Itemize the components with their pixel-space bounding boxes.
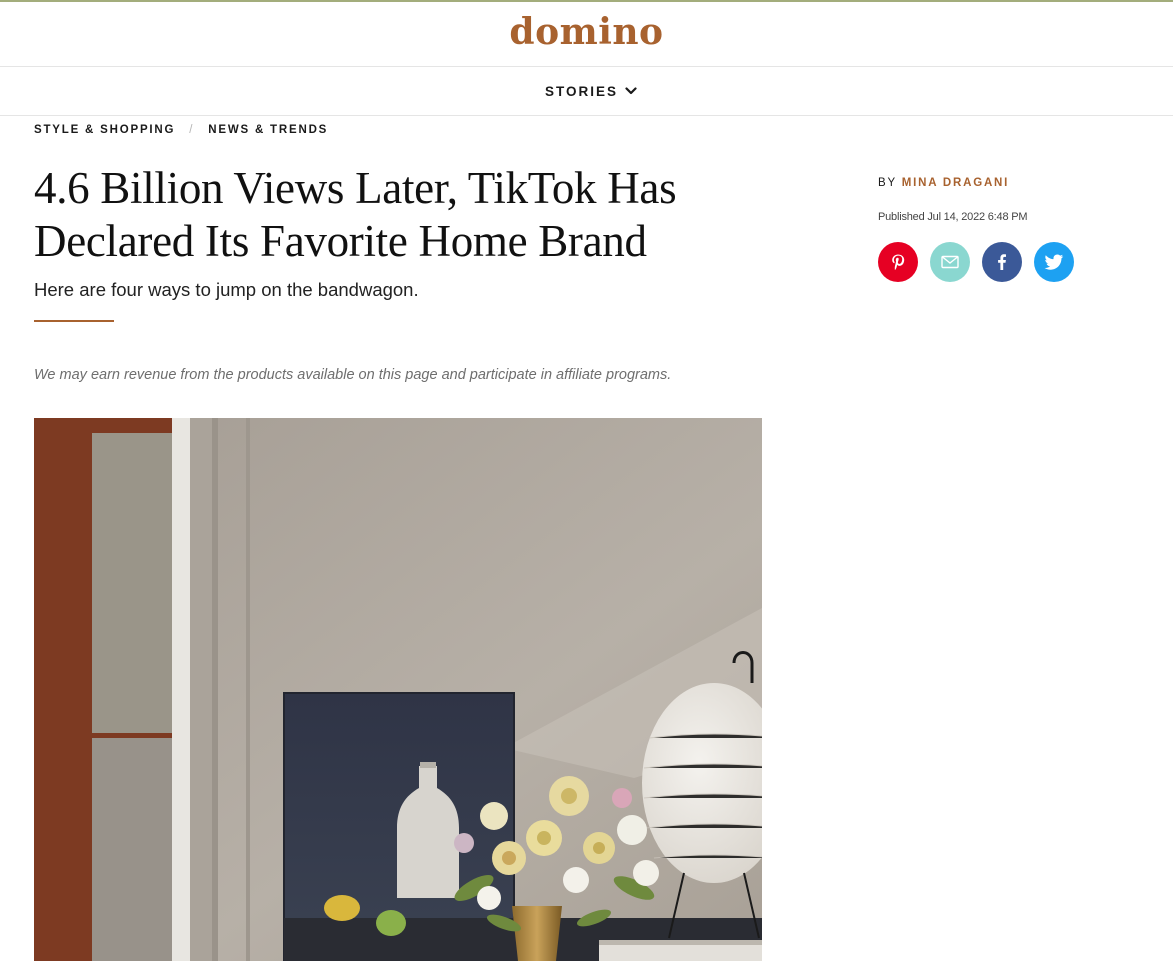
email-share-button[interactable] <box>930 242 970 282</box>
breadcrumb-style-shopping[interactable]: STYLE & SHOPPING <box>34 124 175 136</box>
byline-prefix: BY <box>878 177 897 189</box>
accent-divider <box>34 320 114 322</box>
facebook-share-button[interactable] <box>982 242 1022 282</box>
hero-photo <box>34 418 762 961</box>
stories-label: STORIES <box>545 83 619 99</box>
twitter-icon <box>1044 254 1064 270</box>
breadcrumb-news-trends[interactable]: NEWS & TRENDS <box>208 124 328 136</box>
breadcrumb: STYLE & SHOPPING / NEWS & TRENDS <box>34 124 328 136</box>
share-buttons <box>878 242 1086 282</box>
chevron-down-icon <box>625 87 637 95</box>
article-headline: 4.6 Billion Views Later, TikTok Has Decl… <box>34 163 677 266</box>
facebook-icon <box>998 254 1006 270</box>
hero-illustration <box>34 418 762 961</box>
published-date: Published Jul 14, 2022 6:48 PM <box>878 211 1028 223</box>
masthead: domino <box>0 2 1173 67</box>
stories-menu-button[interactable]: STORIES <box>545 81 638 101</box>
site-logo[interactable]: domino <box>0 11 1173 53</box>
affiliate-disclaimer: We may earn revenue from the products av… <box>34 367 672 383</box>
twitter-share-button[interactable] <box>1034 242 1074 282</box>
byline: BY MINA DRAGANI <box>878 177 1009 189</box>
breadcrumb-separator: / <box>189 124 195 136</box>
pinterest-icon <box>892 254 905 270</box>
pinterest-share-button[interactable] <box>878 242 918 282</box>
author-link[interactable]: MINA DRAGANI <box>902 177 1009 189</box>
main-nav: STORIES <box>0 67 1173 116</box>
article-dek: Here are four ways to jump on the bandwa… <box>34 279 419 300</box>
email-icon <box>941 255 959 269</box>
